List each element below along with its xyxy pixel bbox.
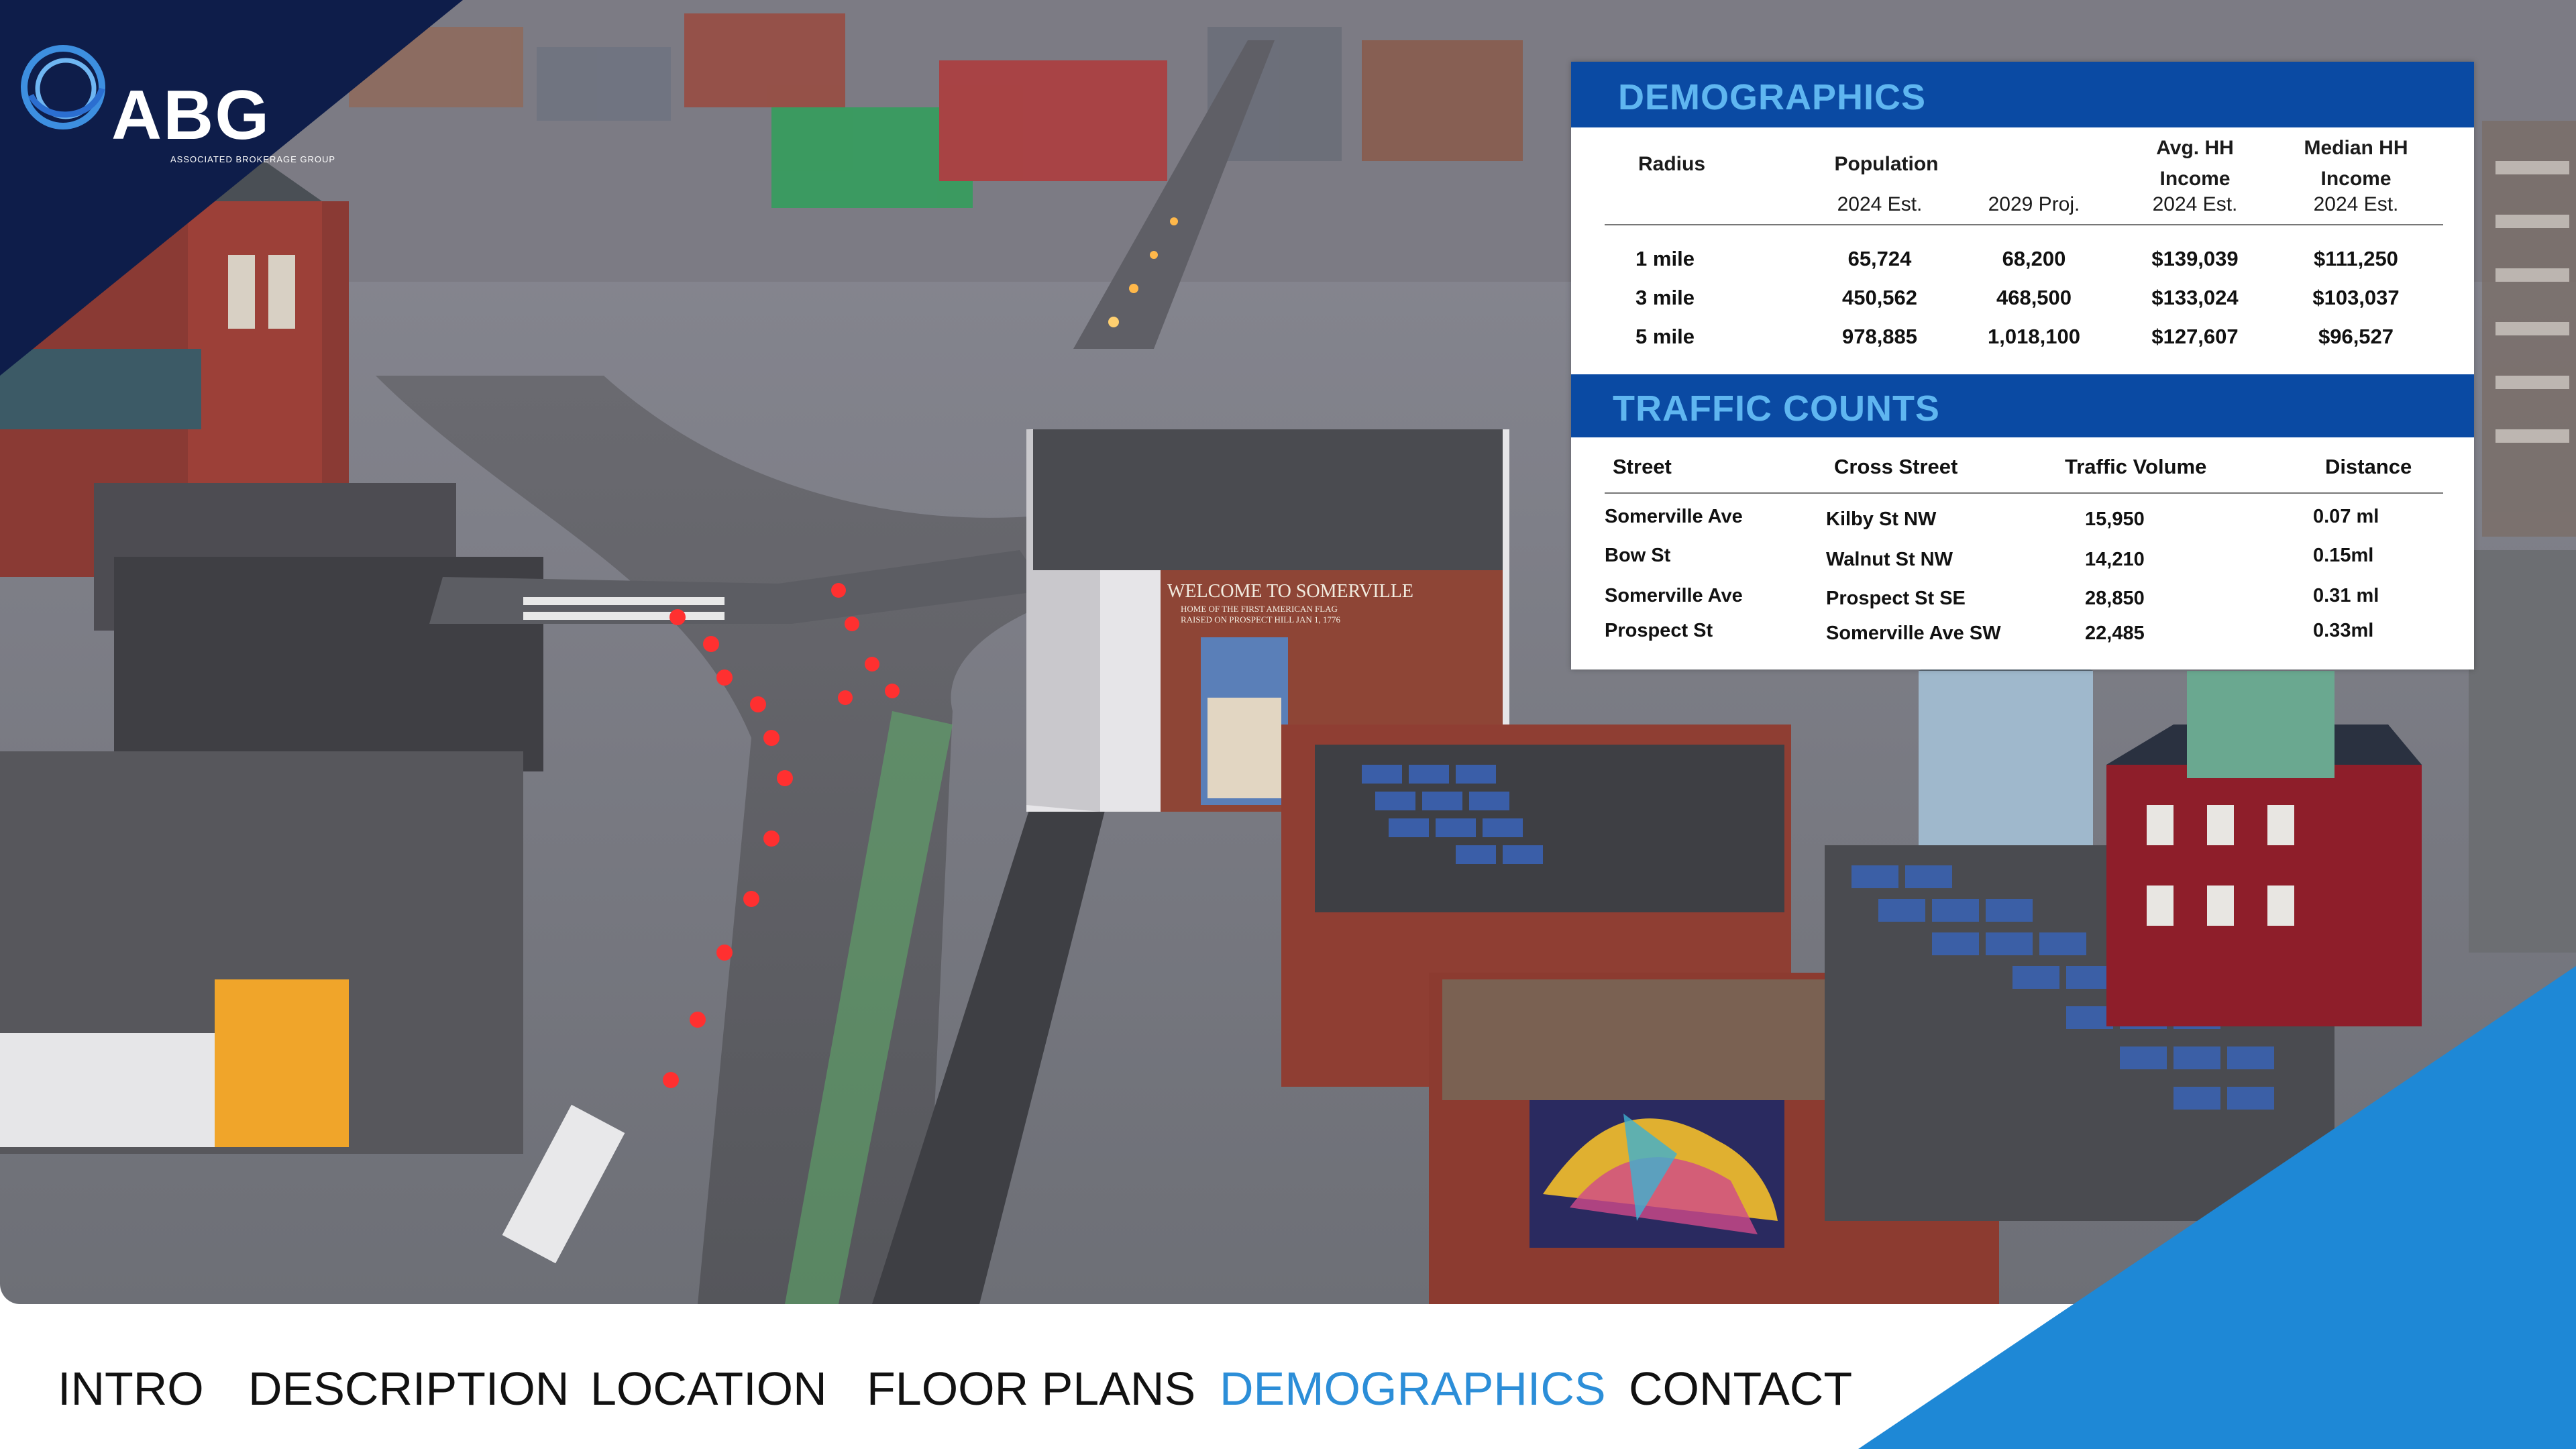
- pop-2029-cell: 68,200: [2002, 247, 2066, 270]
- nav-intro[interactable]: INTRO: [58, 1362, 204, 1415]
- mural-sign-title: WELCOME TO SOMERVILLE: [1167, 581, 1413, 602]
- demographics-header-band: DEMOGRAPHICS: [1571, 62, 2474, 127]
- nav-contact[interactable]: CONTACT: [1629, 1362, 1852, 1415]
- abg-logo-swirl-icon: [21, 45, 105, 129]
- traffic-volume-cell: 28,850: [2085, 588, 2145, 609]
- traffic-header-rule: [1605, 492, 2443, 494]
- subheader-avg-2024: 2024 Est.: [2152, 193, 2238, 215]
- pop-2029-cell: 1,018,100: [1988, 325, 2080, 348]
- radius-cell: 5 mile: [1635, 325, 1695, 348]
- col-distance-header: Distance: [2325, 455, 2412, 478]
- cross-street-cell: Walnut St NW: [1826, 549, 1953, 570]
- traffic-volume-cell: 15,950: [2085, 508, 2145, 530]
- col-avg-income-header-2: Income: [2159, 168, 2231, 190]
- avg-income-cell: $133,024: [2151, 286, 2239, 309]
- nav-demographics[interactable]: DEMOGRAPHICS: [1220, 1362, 1606, 1415]
- pop-2029-cell: 468,500: [1996, 286, 2072, 309]
- street-cell: Bow St: [1605, 545, 1671, 566]
- traffic-volume-cell: 22,485: [2085, 623, 2145, 644]
- abg-logo[interactable]: ABG ASSOCIATED BROKERAGE GROUP: [17, 42, 335, 164]
- bottom-nav: INTRO DESCRIPTION LOCATION FLOOR PLANS D…: [0, 1362, 1852, 1422]
- col-street-header: Street: [1613, 455, 1672, 478]
- distance-cell: 0.31 ml: [2313, 585, 2379, 606]
- street-cell: Somerville Ave: [1605, 506, 1743, 527]
- traffic-title: TRAFFIC COUNTS: [1613, 388, 1940, 429]
- nav-description[interactable]: DESCRIPTION: [248, 1362, 569, 1415]
- traffic-volume-cell: 14,210: [2085, 549, 2145, 570]
- pop-2024-cell: 978,885: [1841, 325, 1918, 348]
- nav-location[interactable]: LOCATION: [590, 1362, 827, 1415]
- col-population-header: Population: [1834, 153, 1939, 175]
- demographics-panel: DEMOGRAPHICS Radius Population Avg. HH I…: [1571, 62, 2474, 669]
- street-cell: Somerville Ave: [1605, 585, 1743, 606]
- col-median-income-header-1: Median HH: [2304, 137, 2408, 159]
- subheader-pop-2029: 2029 Proj.: [1988, 193, 2080, 215]
- demographics-title: DEMOGRAPHICS: [1618, 77, 1927, 117]
- demographics-header-rule: [1605, 224, 2443, 225]
- subheader-pop-2024: 2024 Est.: [1837, 193, 1923, 215]
- mural-sign-line-1: HOME OF THE FIRST AMERICAN FLAG: [1181, 604, 1338, 614]
- mural-sign-line-2: RAISED ON PROSPECT HILL JAN 1, 1776: [1181, 614, 1340, 625]
- cross-street-cell: Somerville Ave SW: [1826, 623, 2001, 644]
- col-traffic-volume-header: Traffic Volume: [2065, 455, 2207, 478]
- nav-floor-plans[interactable]: FLOOR PLANS: [867, 1362, 1195, 1415]
- pop-2024-cell: 65,724: [1847, 247, 1912, 270]
- radius-cell: 3 mile: [1635, 286, 1695, 309]
- col-cross-street-header: Cross Street: [1834, 455, 1958, 478]
- cross-street-cell: Kilby St NW: [1826, 508, 1937, 530]
- radius-cell: 1 mile: [1635, 247, 1695, 270]
- logo-wordmark: ABG: [111, 76, 271, 154]
- cross-street-cell: Prospect St SE: [1826, 588, 1966, 609]
- distance-cell: 0.15ml: [2313, 545, 2374, 566]
- col-median-income-header-2: Income: [2320, 168, 2392, 190]
- median-income-cell: $96,527: [2318, 325, 2394, 348]
- avg-income-cell: $139,039: [2151, 247, 2239, 270]
- traffic-header-band: TRAFFIC COUNTS: [1571, 374, 2474, 437]
- avg-income-cell: $127,607: [2151, 325, 2239, 348]
- col-radius-header: Radius: [1638, 153, 1706, 175]
- pop-2024-cell: 450,562: [1841, 286, 1918, 309]
- distance-cell: 0.33ml: [2313, 620, 2374, 641]
- col-avg-income-header-1: Avg. HH: [2156, 137, 2234, 159]
- logo-subtitle: ASSOCIATED BROKERAGE GROUP: [170, 154, 336, 164]
- median-income-cell: $103,037: [2312, 286, 2400, 309]
- distance-cell: 0.07 ml: [2313, 506, 2379, 527]
- corner-accent-shape: [1858, 966, 2576, 1449]
- street-cell: Prospect St: [1605, 620, 1713, 641]
- subheader-median-2024: 2024 Est.: [2313, 193, 2399, 215]
- median-income-cell: $111,250: [2314, 247, 2398, 270]
